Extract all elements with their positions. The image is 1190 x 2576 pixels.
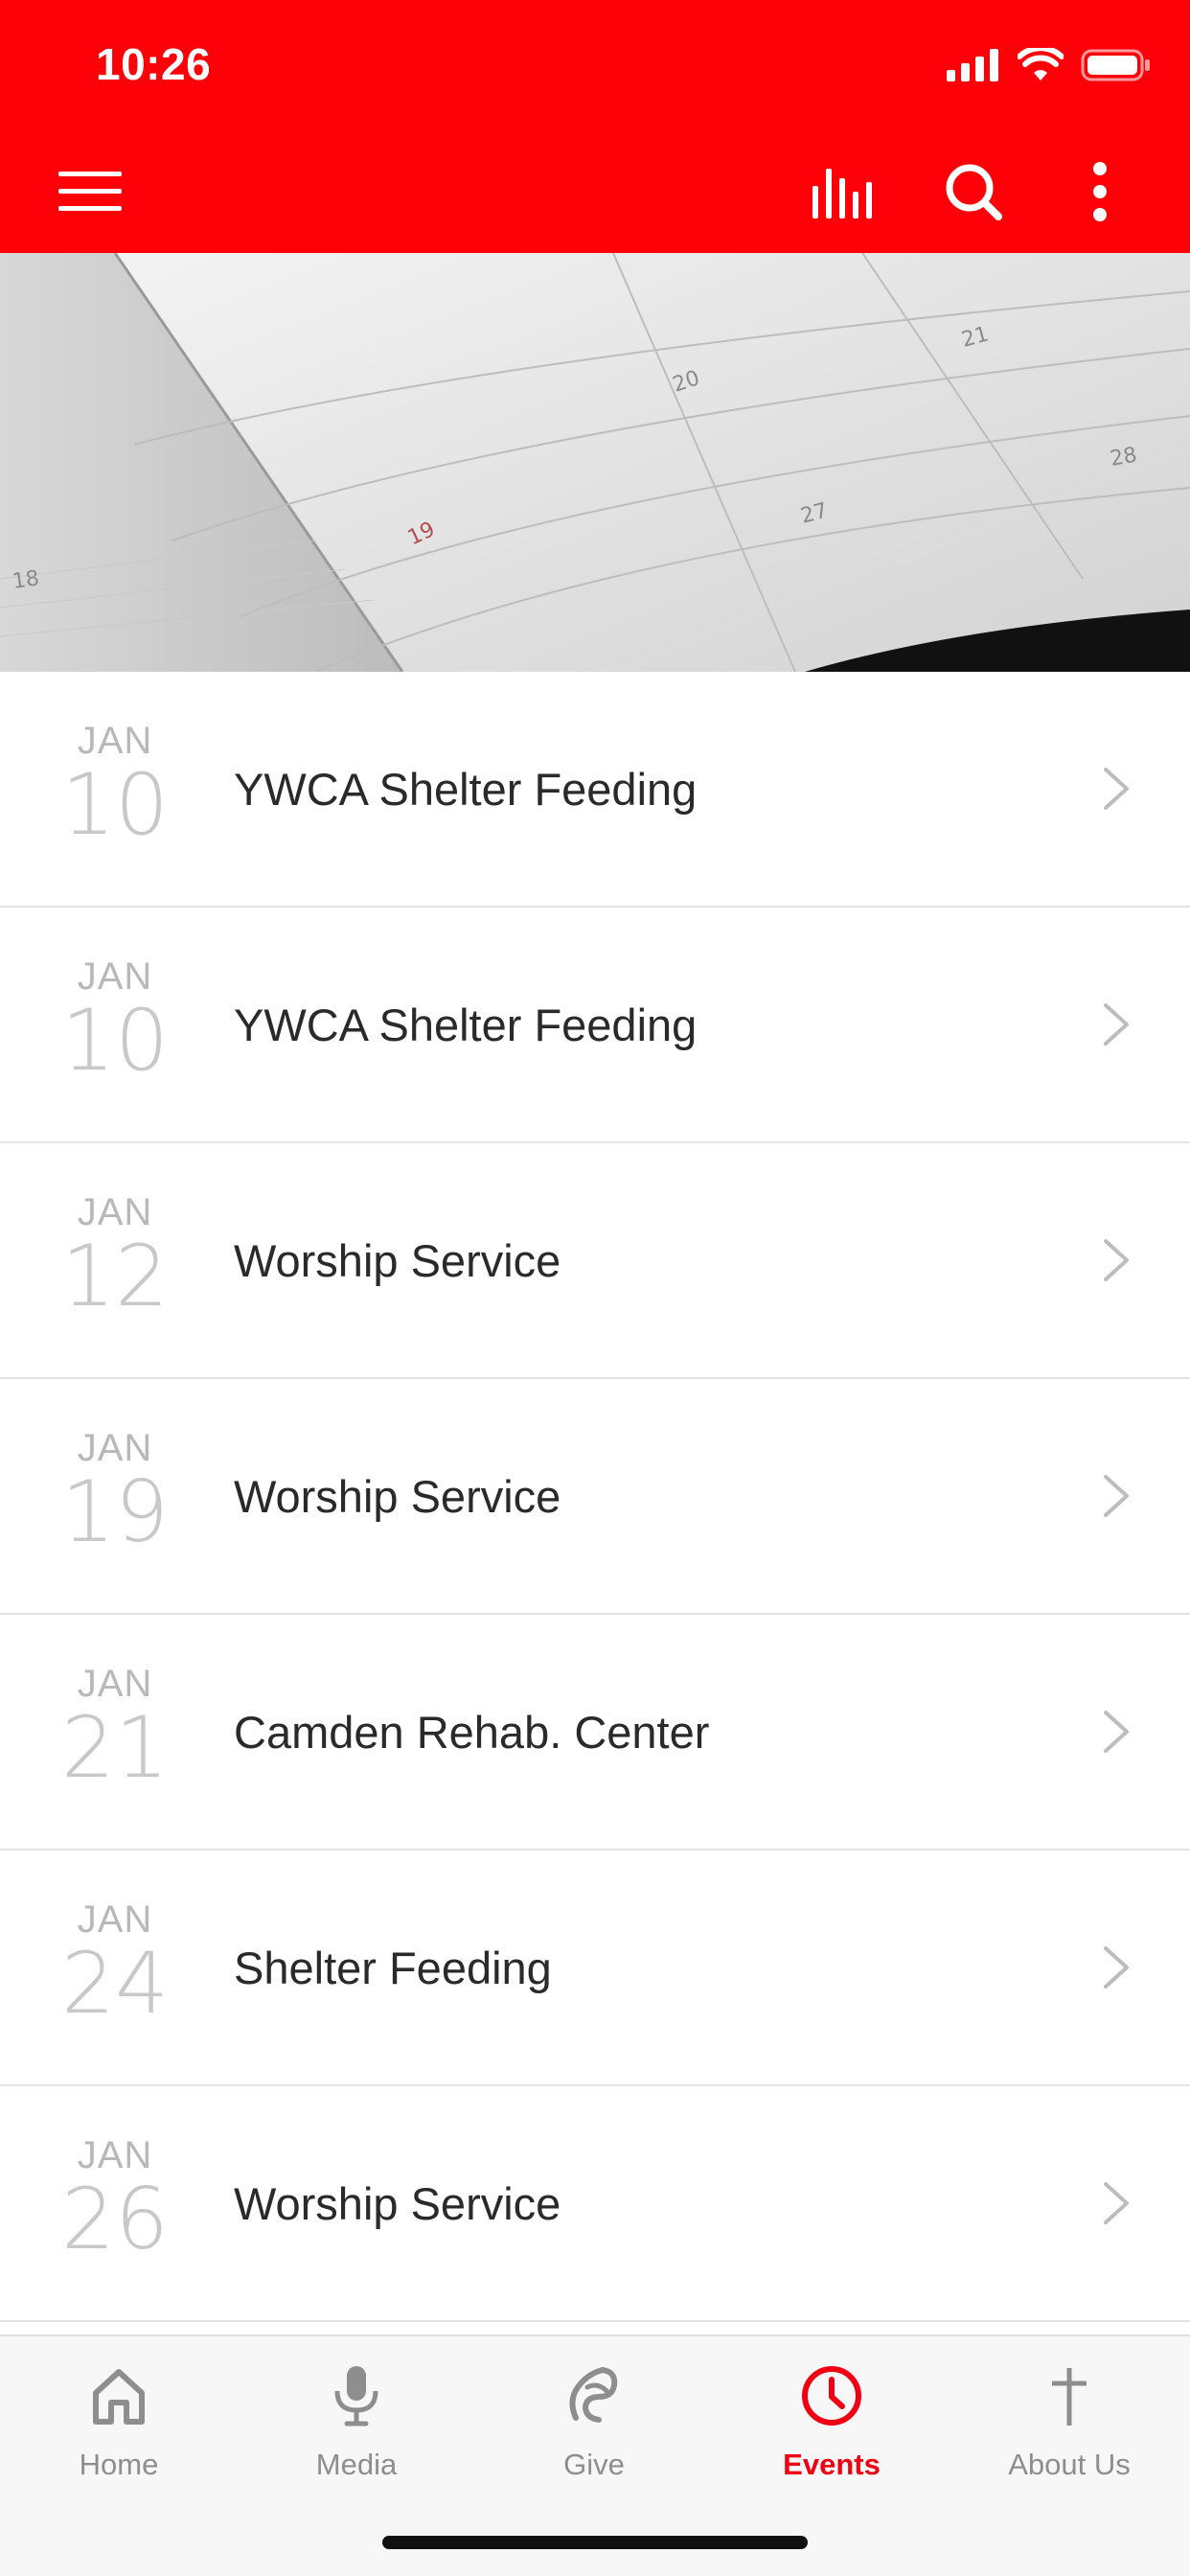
event-date: JAN 10	[57, 955, 172, 1084]
chevron-right-icon	[1104, 768, 1129, 810]
event-date: JAN 10	[57, 720, 172, 848]
event-date: JAN 19	[57, 1427, 172, 1555]
microphone-icon	[334, 2366, 378, 2426]
tab-about-us[interactable]: About Us	[950, 2358, 1188, 2482]
event-title: Worship Service	[234, 1234, 561, 1286]
event-day: 24	[61, 1934, 169, 2033]
event-row[interactable]: JAN 10 YWCA Shelter Feeding	[0, 672, 1190, 908]
home-indicator[interactable]	[382, 2536, 808, 2549]
event-day: 12	[61, 1227, 169, 1325]
event-row[interactable]: JAN 26 Worship Service	[0, 2086, 1190, 2322]
hamburger-menu-icon[interactable]	[52, 153, 128, 230]
event-title: Camden Rehab. Center	[234, 1706, 710, 1758]
event-title: Worship Service	[234, 1470, 561, 1522]
event-title: Worship Service	[234, 2177, 561, 2229]
hero-number: 18	[11, 566, 40, 594]
event-row[interactable]: JAN 19 Worship Service	[0, 1379, 1190, 1615]
equalizer-icon[interactable]	[807, 153, 883, 230]
event-title: Shelter Feeding	[234, 1942, 552, 1993]
clock-icon	[802, 2366, 861, 2426]
tab-media[interactable]: Media	[238, 2358, 475, 2482]
tab-label: About Us	[1008, 2448, 1131, 2481]
chevron-right-icon	[1104, 1239, 1129, 1281]
chevron-right-icon	[1104, 1711, 1129, 1753]
wifi-icon	[1018, 48, 1064, 80]
signal-icon	[947, 49, 998, 81]
tab-home[interactable]: Home	[0, 2358, 238, 2482]
search-icon[interactable]	[935, 153, 1012, 230]
chevron-right-icon	[1104, 1003, 1129, 1046]
chevron-right-icon	[1104, 2182, 1129, 2224]
event-day: 10	[61, 991, 169, 1090]
tab-label: Home	[79, 2448, 159, 2481]
tab-label: Events	[783, 2448, 881, 2481]
tab-give[interactable]: Give	[475, 2358, 713, 2482]
tab-events[interactable]: Events	[713, 2358, 950, 2482]
event-title: YWCA Shelter Feeding	[234, 763, 698, 815]
hero-calendar-image: 18 19 20 21 27 28	[0, 253, 1190, 672]
tab-label: Give	[563, 2448, 625, 2481]
event-date: JAN 24	[57, 1898, 172, 2027]
hero-number: 28	[1109, 443, 1139, 471]
battery-icon	[1081, 49, 1150, 81]
event-date: JAN 12	[57, 1191, 172, 1320]
give-icon	[569, 2367, 618, 2423]
status-time: 10:26	[96, 39, 212, 89]
event-row[interactable]: JAN 12 Worship Service	[0, 1143, 1190, 1379]
event-title: YWCA Shelter Feeding	[234, 999, 698, 1050]
event-date: JAN 26	[57, 2134, 172, 2263]
event-row[interactable]: JAN 21 Camden Rehab. Center	[0, 1615, 1190, 1851]
app-header: 10:26	[0, 0, 1190, 253]
event-row[interactable]: JAN 24 Shelter Feeding	[0, 1851, 1190, 2086]
tab-label: Media	[315, 2448, 398, 2481]
event-day: 10	[61, 755, 169, 854]
event-row[interactable]: JAN 10 YWCA Shelter Feeding	[0, 908, 1190, 1143]
chevron-right-icon	[1104, 1946, 1129, 1989]
event-day: 26	[61, 2170, 169, 2268]
event-day: 21	[61, 1698, 169, 1797]
event-date: JAN 21	[57, 1663, 172, 1791]
event-list: JAN 10 YWCA Shelter Feeding JAN 10 YWCA …	[0, 672, 1190, 2322]
events-screen: 10:26 18 19 20 21 27 28 JAN 10 YWCA Shel…	[0, 0, 1190, 2576]
cross-icon	[1052, 2368, 1087, 2426]
more-vertical-icon[interactable]	[1062, 153, 1138, 230]
home-icon	[93, 2369, 145, 2425]
event-day: 19	[61, 1462, 169, 1561]
status-icons	[947, 48, 1152, 82]
chevron-right-icon	[1104, 1475, 1129, 1517]
